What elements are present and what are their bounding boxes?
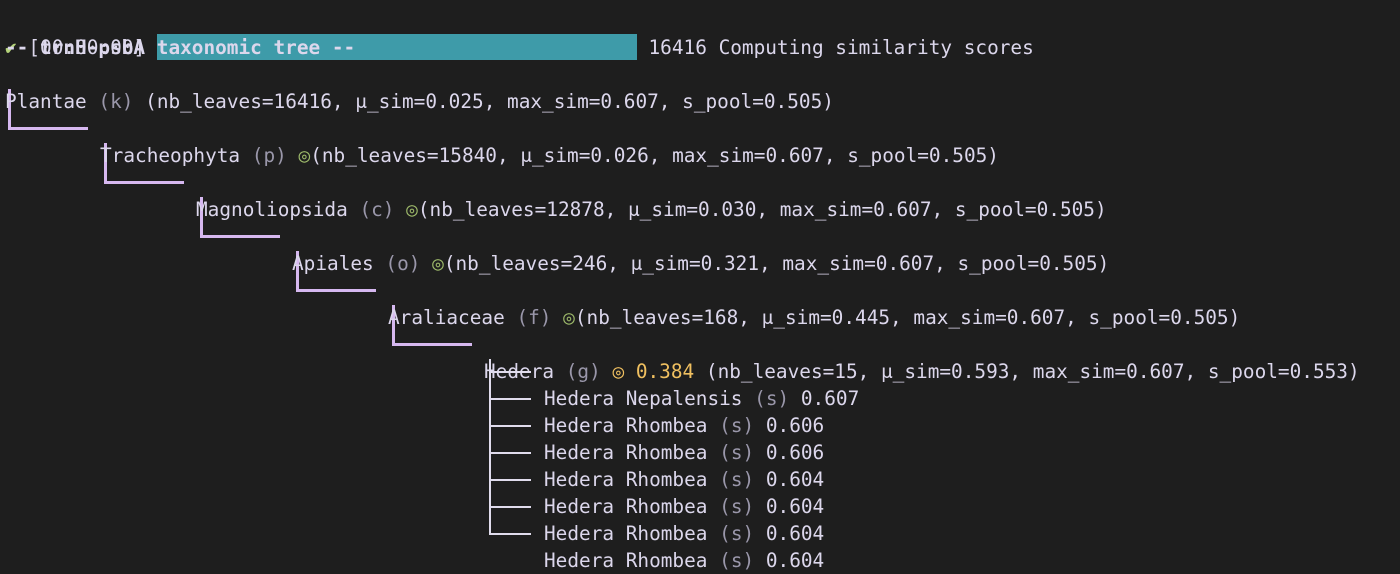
species-rank: (s) [719,549,755,572]
node-name: Magnoliopsida [196,198,348,221]
node-rank: (f) [516,306,552,329]
species-row: Hedera Rhombea (s) 0.604 [544,466,824,518]
species-score: 0.604 [765,549,825,572]
progress-count: 16416 [648,36,707,59]
node-stats: (nb_leaves=246, μ_sim=0.321, max_sim=0.6… [443,252,1110,275]
node-stats: (nb_leaves=16416, μ_sim=0.025, max_sim=0… [145,90,834,113]
tree-title: -- trnH-psbA taxonomic tree -- [5,36,356,59]
species-row: Hedera Rhombea (s) 0.604 [544,520,824,572]
node-name: Araliaceae [388,306,505,329]
node-name: Apiales [292,252,374,275]
progress-message: Computing similarity scores [718,36,1034,59]
node-rank: (c) [359,198,395,221]
tree-node-kingdom: Plantae (k) (nb_leaves=16416, μ_sim=0.02… [5,61,834,113]
tree-node-phylum: Tracheophyta (p) ◎(nb_leaves=15840, μ_si… [100,115,999,167]
node-stats: (nb_leaves=15840, μ_sim=0.026, max_sim=0… [310,144,999,167]
node-rank: (p) [251,144,287,167]
species-row: Hedera Rhombea (s) 0.604 [544,493,824,545]
species-branch [489,425,531,427]
node-name: Plantae [5,90,87,113]
tree-node-genus: Hedera (g) ◎ 0.384 (nb_leaves=15, μ_sim=… [484,331,1360,383]
target-icon: ◎ [298,144,311,167]
progress-line: ✔ [00:00:00] 16416 Computing similarity … [5,7,1034,60]
species-row: Hedera Rhombea (s) 0.604 [544,439,824,491]
species-branch [489,371,531,373]
target-icon: ◎ [432,252,444,275]
tree-node-order: Apiales (o) ◎(nb_leaves=246, μ_sim=0.321… [292,223,1109,275]
species-row: Hedera Rhombea (s) 0.606 [544,412,824,464]
tree-node-class: Magnoliopsida (c) ◎(nb_leaves=12878, μ_s… [196,169,1107,221]
species-branch [489,479,531,481]
node-rank: (o) [385,252,421,275]
species-row: Hedera Rhombea (s) 0.606 [544,385,824,437]
target-icon: ◎ [406,198,418,221]
target-icon: ◎ [563,306,575,329]
species-branch [489,506,531,508]
node-stats: (nb_leaves=168, μ_sim=0.445, max_sim=0.6… [574,306,1241,329]
species-branch [489,398,531,400]
species-row: Hedera Nepalensis (s) 0.607 [544,358,859,410]
species-branch [489,533,531,535]
species-name: Hedera Rhombea [544,549,708,572]
node-name: Tracheophyta [100,144,241,167]
node-rank: (k) [98,90,134,113]
species-branch [489,452,531,454]
node-stats: (nb_leaves=12878, μ_sim=0.030, max_sim=0… [417,198,1107,221]
tree-node-family: Araliaceae (f) ◎(nb_leaves=168, μ_sim=0.… [388,277,1240,329]
